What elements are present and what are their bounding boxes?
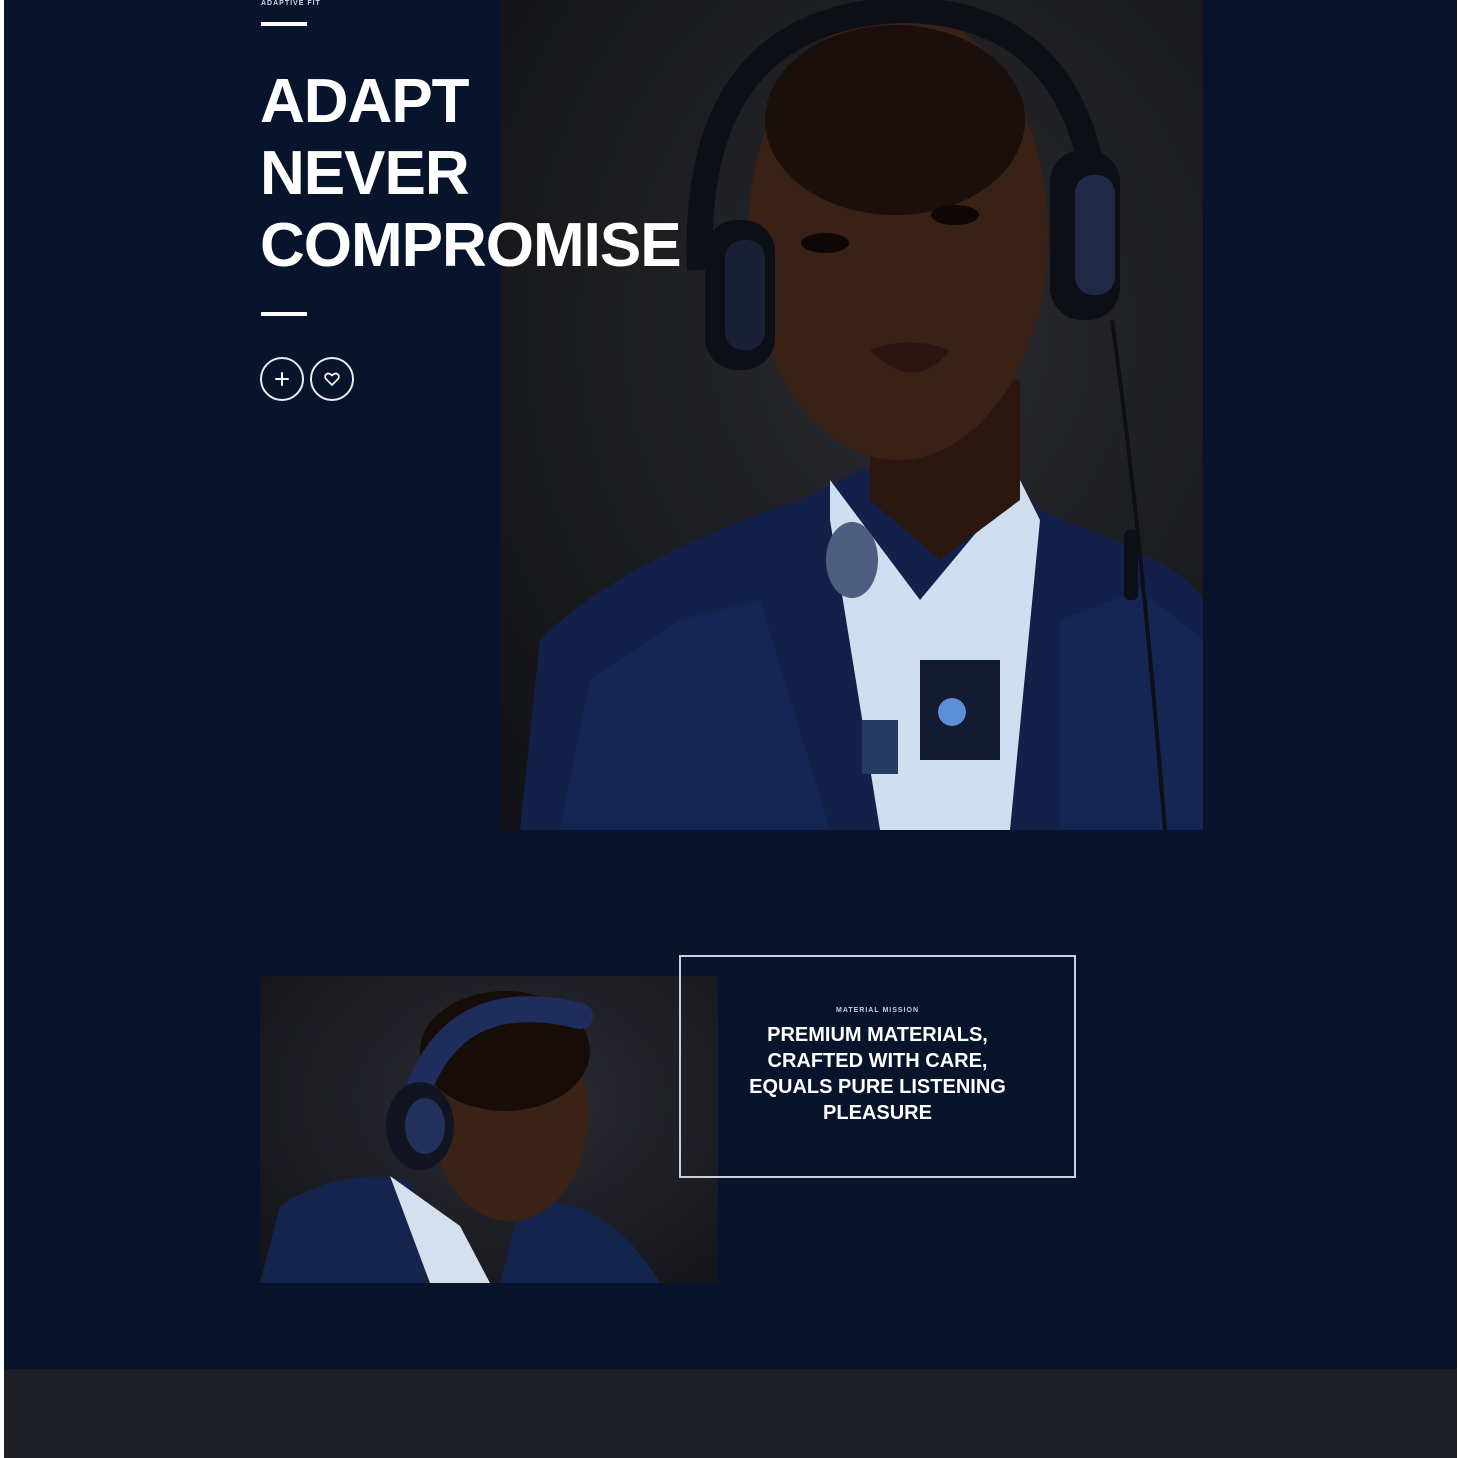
headline-line-3: COMPROMISE <box>260 211 682 280</box>
headline-line-1: ADAPT <box>260 67 470 136</box>
footer-band <box>4 1369 1457 1458</box>
plus-icon <box>275 372 289 386</box>
hero-headline: ADAPT NEVER COMPROMISE <box>260 66 682 282</box>
headline-divider-top <box>261 22 307 26</box>
feature-text: PREMIUM MATERIALS, CRAFTED WITH CARE, EQ… <box>749 1024 1006 1124</box>
product-page: ADAPTIVE FIT ADAPT NEVER COMPROMISE MATE… <box>4 0 1457 1458</box>
favorite-button[interactable] <box>310 357 354 401</box>
headline-divider-bottom <box>261 312 307 316</box>
heart-icon <box>324 372 340 386</box>
add-button[interactable] <box>260 357 304 401</box>
feature-eyebrow: MATERIAL MISSION <box>835 1007 920 1014</box>
headline-line-2: NEVER <box>260 139 470 208</box>
feature-callout: MATERIAL MISSION PREMIUM MATERIALS, CRAF… <box>679 955 1076 1178</box>
secondary-model-photo <box>260 976 718 1283</box>
hero-eyebrow: ADAPTIVE FIT <box>261 0 321 7</box>
